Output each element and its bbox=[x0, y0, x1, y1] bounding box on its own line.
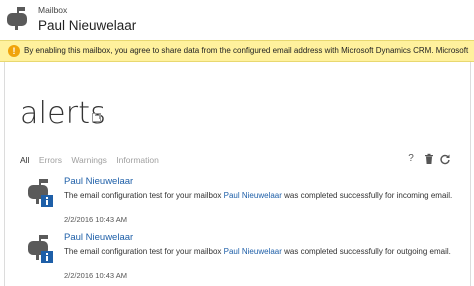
record-name: Paul Nieuwelaar bbox=[38, 18, 137, 33]
alert-sender-link[interactable]: Paul Nieuwelaar bbox=[64, 232, 133, 243]
notification-bar: ! By enabling this mailbox, you agree to… bbox=[0, 40, 474, 62]
warning-icon: ! bbox=[8, 45, 20, 57]
popout-icon[interactable] bbox=[92, 113, 101, 122]
filter-information[interactable]: Information bbox=[116, 155, 159, 165]
refresh-icon[interactable] bbox=[439, 153, 451, 165]
alert-filters: All Errors Warnings Information bbox=[20, 155, 166, 165]
alert-timestamp: 2/2/2016 10:43 AM bbox=[64, 271, 127, 280]
mailbox-link[interactable]: Paul Nieuwelaar bbox=[224, 247, 282, 256]
alert-timestamp: 2/2/2016 10:43 AM bbox=[64, 215, 127, 224]
filter-all[interactable]: All bbox=[20, 155, 29, 165]
mailbox-info-icon bbox=[28, 235, 53, 263]
right-divider bbox=[470, 62, 471, 286]
mailbox-info-icon bbox=[28, 179, 53, 207]
alert-item: Paul Nieuwelaar The email configuration … bbox=[20, 176, 460, 234]
alert-message: The email configuration test for your ma… bbox=[64, 246, 459, 258]
alert-text-before: The email configuration test for your ma… bbox=[64, 247, 224, 256]
alert-text-after: was completed successfully for incoming … bbox=[281, 191, 453, 200]
entity-kicker: Mailbox bbox=[38, 5, 68, 15]
alert-item: Paul Nieuwelaar The email configuration … bbox=[20, 232, 460, 286]
alert-message: The email configuration test for your ma… bbox=[64, 190, 459, 202]
record-header: Mailbox Paul Nieuwelaar bbox=[0, 0, 474, 38]
mailbox-link[interactable]: Paul Nieuwelaar bbox=[224, 191, 282, 200]
notification-text: By enabling this mailbox, you agree to s… bbox=[24, 46, 469, 55]
help-icon[interactable]: ? bbox=[405, 153, 417, 165]
left-divider bbox=[4, 62, 5, 286]
filter-warnings[interactable]: Warnings bbox=[71, 155, 107, 165]
filter-errors[interactable]: Errors bbox=[39, 155, 62, 165]
alert-text-after: was completed successfully for outgoing … bbox=[281, 247, 451, 256]
mailbox-icon bbox=[7, 7, 27, 30]
alert-text-before: The email configuration test for your ma… bbox=[64, 191, 224, 200]
trash-icon[interactable] bbox=[423, 153, 435, 165]
alert-sender-link[interactable]: Paul Nieuwelaar bbox=[64, 176, 133, 187]
